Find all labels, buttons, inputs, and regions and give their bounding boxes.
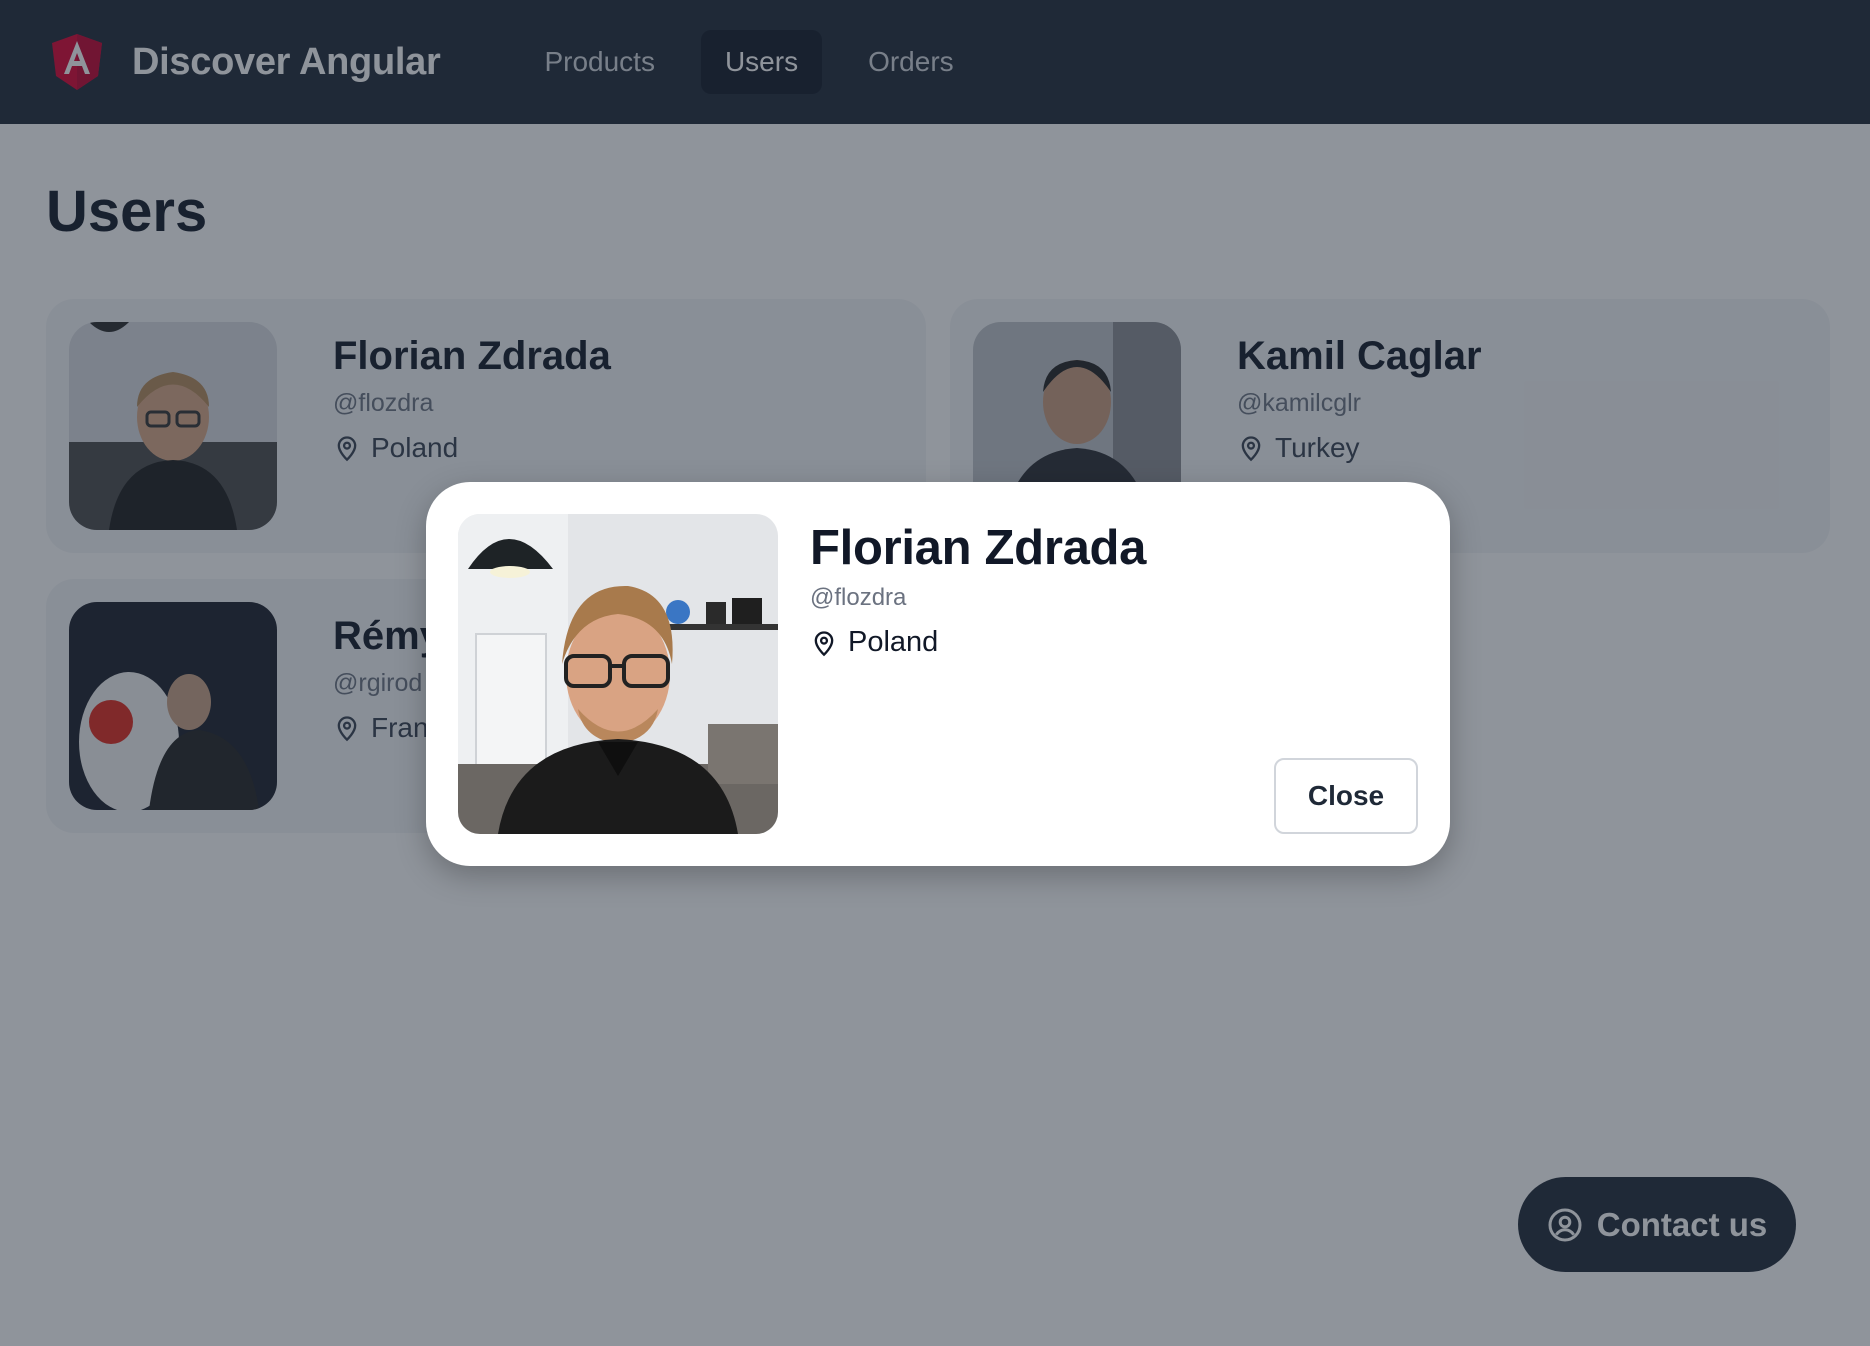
modal-user-info: Florian Zdrada @flozdra Poland Close [810, 514, 1418, 834]
modal-user-location-text: Poland [848, 626, 939, 658]
modal-user-location: Poland [810, 626, 1418, 659]
modal-user-handle: @flozdra [810, 584, 907, 611]
modal-user-photo [458, 514, 778, 834]
location-pin-icon [814, 630, 834, 656]
user-detail-modal: Florian Zdrada @flozdra Poland Close [426, 482, 1450, 866]
close-button[interactable]: Close [1274, 758, 1418, 834]
app-root: Discover Angular Products Users Orders U… [0, 0, 1870, 1346]
modal-user-name: Florian Zdrada [810, 521, 1147, 575]
